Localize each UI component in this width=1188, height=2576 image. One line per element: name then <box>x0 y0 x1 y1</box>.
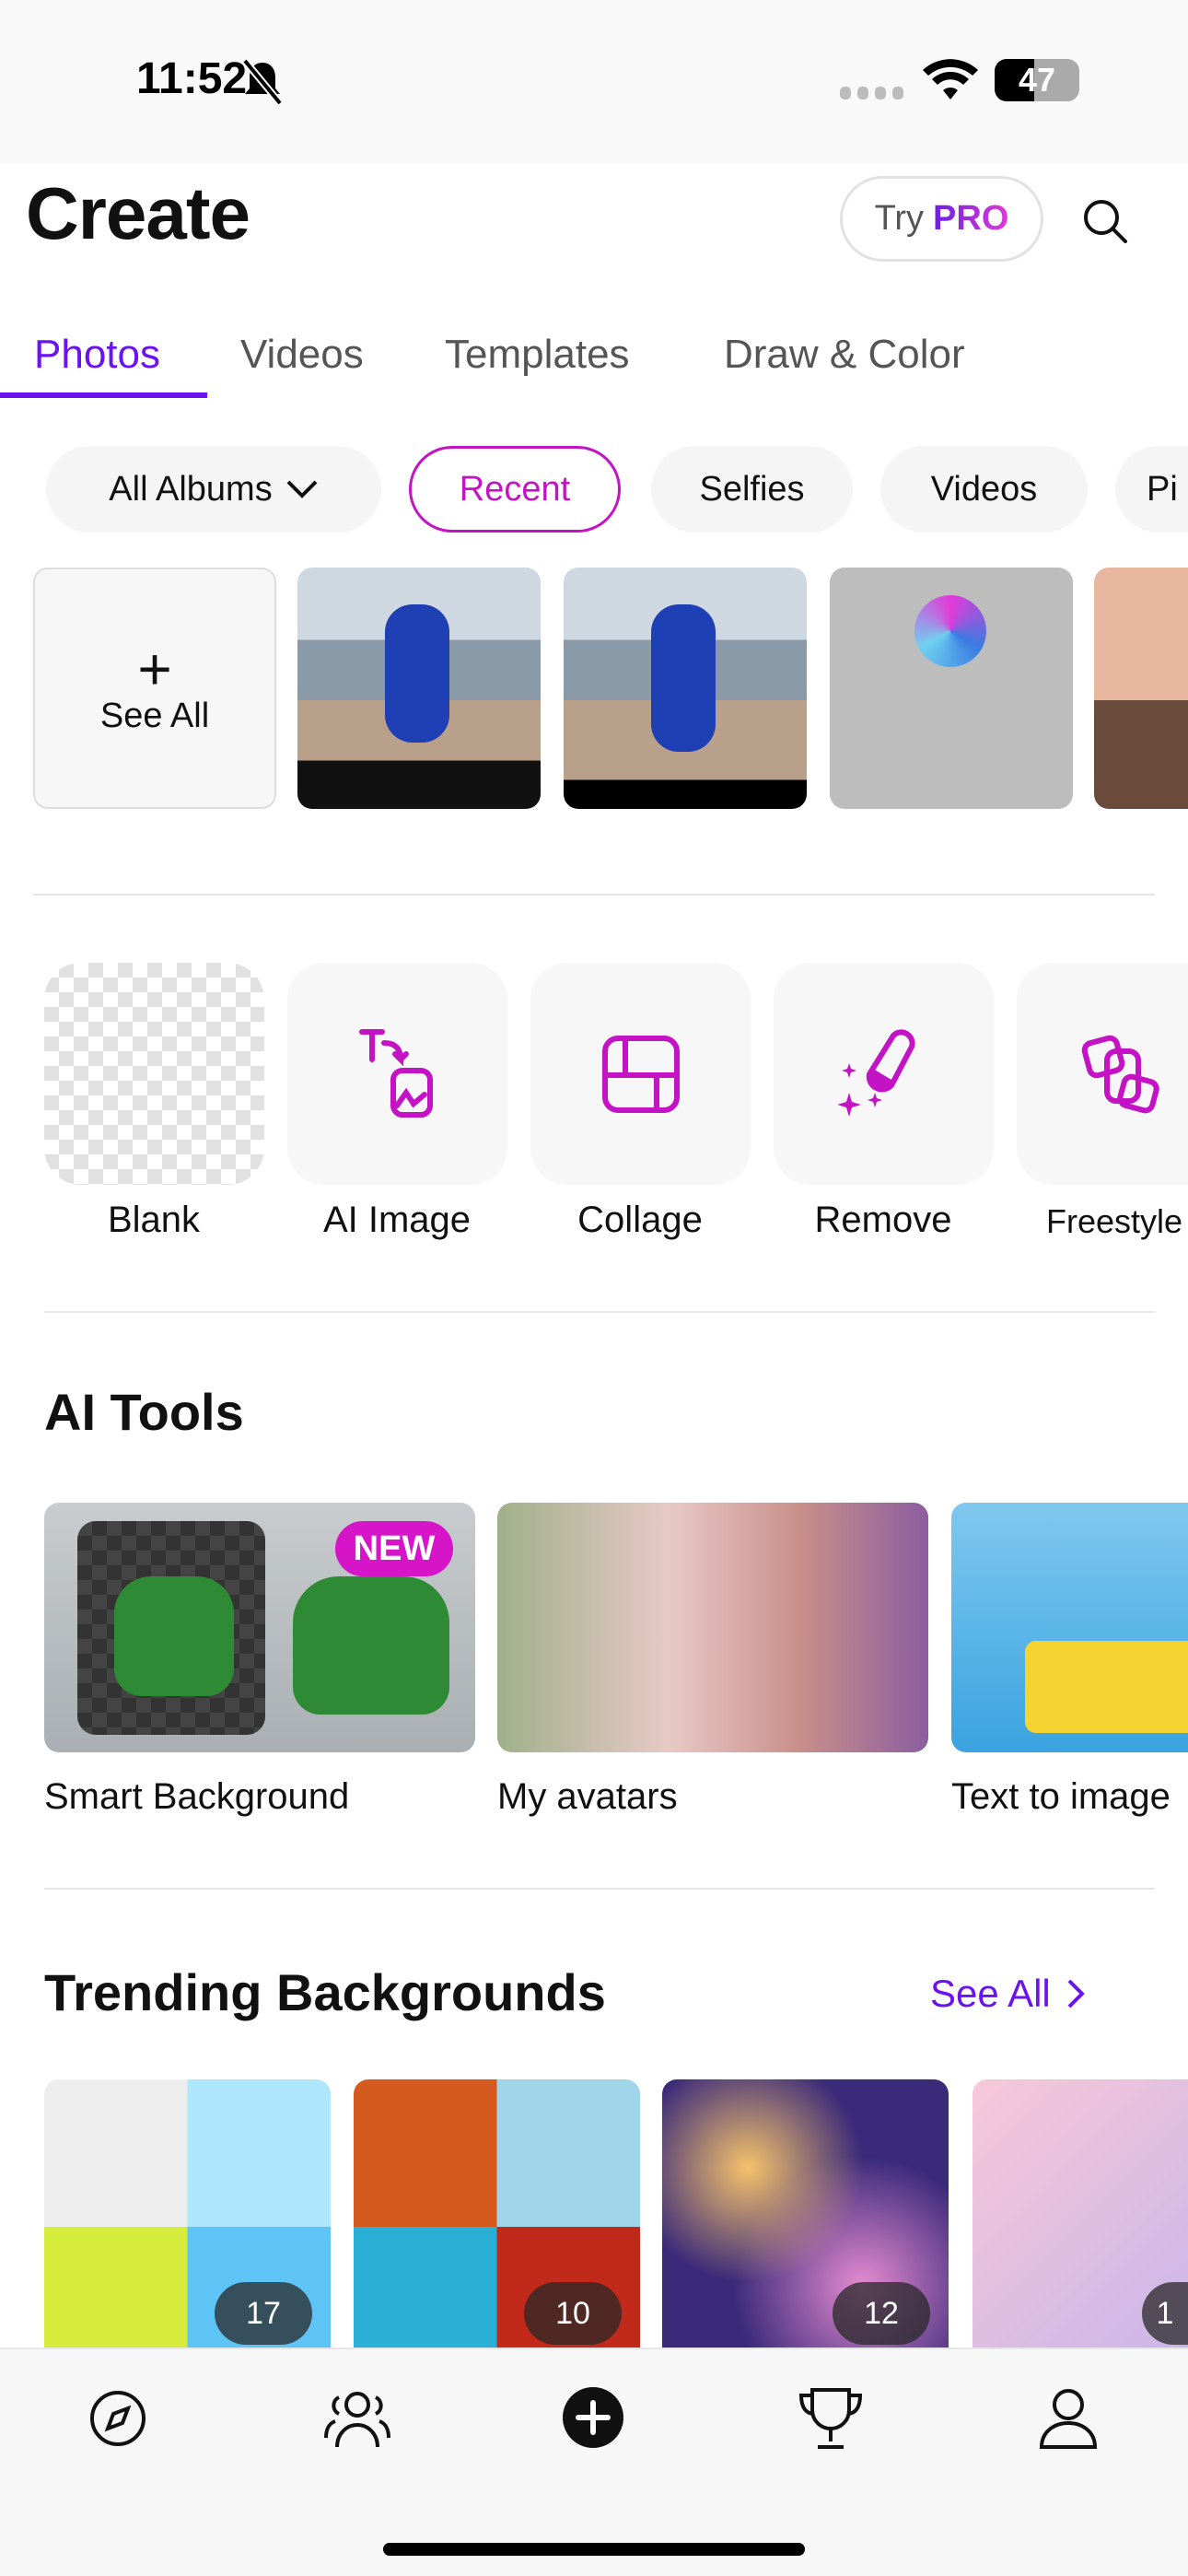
trending-see-all-link[interactable]: See All <box>930 1972 1086 2016</box>
freestyle-tool-button[interactable] <box>1017 963 1188 1185</box>
freestyle-label: Freestyle <box>1046 1202 1183 1240</box>
try-label: Try <box>874 199 925 238</box>
text-to-image-card[interactable] <box>951 1503 1188 1752</box>
collage-icon <box>601 1035 680 1113</box>
community-icon[interactable] <box>322 2386 392 2451</box>
smart-background-card[interactable]: NEW <box>44 1503 475 1752</box>
my-avatars-label: My avatars <box>497 1776 678 1817</box>
bag-image <box>293 1576 449 1715</box>
wifi-icon <box>923 59 978 100</box>
home-indicator <box>383 2543 805 2556</box>
photo-thumbnail[interactable] <box>564 568 807 809</box>
silent-bell-icon <box>241 59 284 105</box>
chevron-down-icon <box>286 480 318 498</box>
plus-icon: + <box>137 635 172 702</box>
cellular-signal-icon <box>840 87 903 100</box>
collage-tool-button[interactable] <box>530 963 751 1185</box>
see-all-label: See All <box>930 1972 1051 2015</box>
tab-photos[interactable]: Photos <box>34 332 160 378</box>
bag-image <box>114 1576 234 1696</box>
count-badge: 17 <box>215 2282 312 2345</box>
divider <box>33 894 1155 896</box>
chip-pi[interactable]: Pi <box>1115 446 1188 533</box>
eraser-sparkle-icon <box>837 1028 915 1117</box>
remove-label: Remove <box>814 1200 952 1240</box>
create-plus-icon[interactable] <box>562 2386 624 2449</box>
app-logo-image <box>914 595 986 667</box>
photo-thumbnail[interactable] <box>830 568 1073 809</box>
text-to-image-icon <box>358 1028 433 1118</box>
profile-icon[interactable] <box>1038 2386 1099 2451</box>
chevron-right-icon <box>1067 1979 1085 2008</box>
active-tab-indicator <box>0 392 207 398</box>
blank-tool-button[interactable] <box>44 963 264 1185</box>
album-dropdown-label: All Albums <box>109 469 273 509</box>
page-title: Create <box>26 172 250 254</box>
count-badge: 10 <box>524 2282 622 2345</box>
divider <box>44 1311 1155 1313</box>
collage-label: Collage <box>577 1200 703 1240</box>
chip-videos[interactable]: Videos <box>880 446 1088 533</box>
count-badge: 1 <box>1142 2282 1188 2345</box>
tab-draw-color[interactable]: Draw & Color <box>724 332 965 378</box>
status-bar: 11:52 47 <box>0 0 1188 164</box>
try-pro-button[interactable]: Try PRO <box>840 176 1043 262</box>
product-image <box>1025 1641 1188 1733</box>
see-all-photos-button[interactable]: + See All <box>33 568 276 809</box>
my-avatars-card[interactable] <box>497 1503 928 1752</box>
see-all-label: See All <box>99 696 210 735</box>
pro-label: PRO <box>933 199 1009 238</box>
divider <box>44 1888 1155 1890</box>
search-icon[interactable] <box>1079 195 1131 247</box>
chip-selfies[interactable]: Selfies <box>651 446 853 533</box>
bottom-nav <box>0 2348 1188 2576</box>
remove-tool-button[interactable] <box>774 963 994 1185</box>
background-pack-card[interactable]: 12 <box>662 2079 949 2374</box>
freestyle-icon <box>1081 1035 1159 1113</box>
chip-recent[interactable]: Recent <box>409 446 621 533</box>
clock: 11:52 <box>136 54 248 103</box>
album-dropdown[interactable]: All Albums <box>46 446 381 533</box>
battery-indicator: 47 <box>995 59 1079 101</box>
photo-subject <box>385 604 449 743</box>
background-pack-card[interactable]: 1 <box>973 2079 1188 2374</box>
count-badge: 12 <box>833 2282 930 2345</box>
text-to-image-label: Text to image <box>951 1776 1171 1817</box>
ai-tools-heading: AI Tools <box>44 1383 244 1441</box>
transparent-preview <box>77 1521 265 1735</box>
background-pack-card[interactable]: 17 <box>44 2079 331 2374</box>
background-pack-card[interactable]: 10 <box>354 2079 640 2374</box>
trending-backgrounds-heading: Trending Backgrounds <box>44 1963 606 2021</box>
blank-label: Blank <box>107 1200 201 1240</box>
tab-templates[interactable]: Templates <box>445 332 630 378</box>
tab-videos[interactable]: Videos <box>240 332 364 378</box>
ai-image-tool-button[interactable] <box>287 963 507 1185</box>
photo-subject <box>651 604 716 752</box>
compass-icon[interactable] <box>87 2388 148 2449</box>
ai-image-label: AI Image <box>322 1200 472 1240</box>
trophy-icon[interactable] <box>796 2386 866 2451</box>
photo-thumbnail[interactable] <box>297 568 541 809</box>
new-badge: NEW <box>335 1521 453 1576</box>
photo-thumbnail[interactable] <box>1094 568 1188 809</box>
smart-background-label: Smart Background <box>44 1776 350 1817</box>
